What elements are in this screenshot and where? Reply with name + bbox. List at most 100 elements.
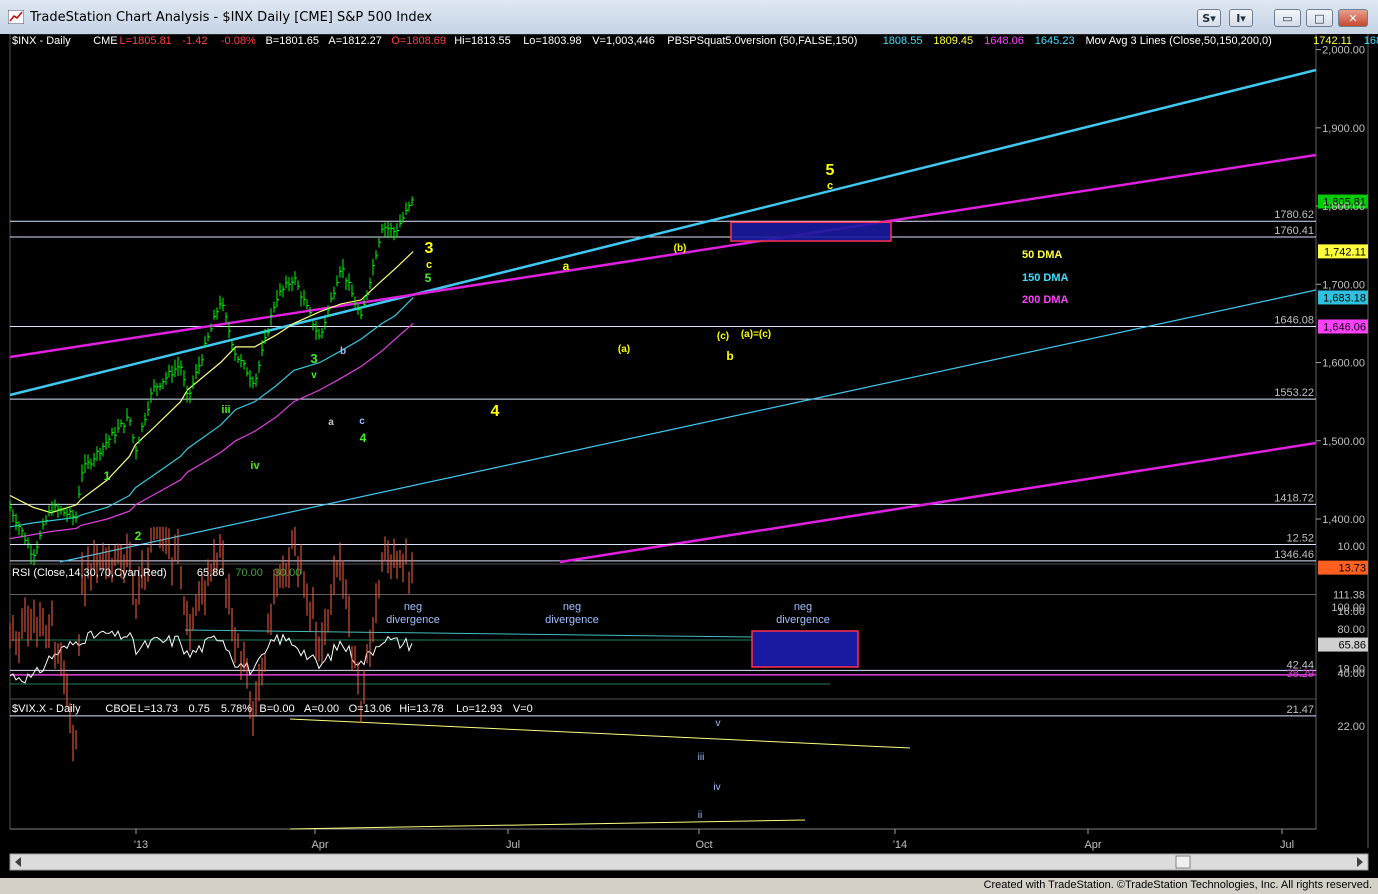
close-button[interactable]: ✕ bbox=[1338, 9, 1368, 27]
window-title: TradeStation Chart Analysis - $INX Daily… bbox=[30, 10, 433, 25]
vix-axis-label: 10.00 bbox=[1337, 541, 1365, 553]
level-label: 1760.41 bbox=[1274, 225, 1314, 237]
time-axis-area bbox=[10, 829, 1316, 848]
header-item: $INX - Daily bbox=[12, 35, 71, 47]
symbol-link-button[interactable]: S▾ bbox=[1197, 9, 1221, 27]
header-item: 5.78% bbox=[221, 703, 252, 715]
neg-divergence-label: divergence bbox=[386, 614, 440, 626]
minimize-button[interactable]: ▭ bbox=[1274, 9, 1301, 27]
time-axis-label: '14 bbox=[893, 839, 907, 851]
wave-label: v bbox=[311, 370, 317, 381]
header-item: Lo=12.93 bbox=[456, 703, 502, 715]
time-axis-label: Jul bbox=[506, 839, 520, 851]
header-item: 1809.45 bbox=[933, 35, 973, 47]
time-axis-label: Oct bbox=[695, 839, 712, 851]
level-label: 1346.46 bbox=[1274, 549, 1314, 561]
interval-link-button[interactable]: I▾ bbox=[1229, 9, 1253, 27]
time-axis-label: Apr bbox=[311, 839, 328, 851]
vix-flag-label: 13.73 bbox=[1338, 563, 1366, 575]
tradestation-app-icon bbox=[8, 10, 24, 24]
header-item: 1648.06 bbox=[984, 35, 1024, 47]
neg-divergence-label: neg bbox=[563, 601, 581, 613]
wave-label: c bbox=[827, 180, 833, 192]
time-axis-label: Apr bbox=[1084, 839, 1101, 851]
header-item: O=13.06 bbox=[349, 703, 392, 715]
header-item: -1.42 bbox=[182, 35, 207, 47]
wave-label: (c) bbox=[717, 331, 729, 342]
wave-label: b bbox=[726, 349, 733, 363]
header-item: RSI (Close,14,30,70,Cyan,Red) bbox=[12, 567, 167, 579]
price-flag-label: 1,683.18 bbox=[1323, 292, 1366, 304]
header-item: L=1805.81 bbox=[120, 35, 172, 47]
header-item: CBOE bbox=[105, 703, 136, 715]
level-label: 1553.22 bbox=[1274, 387, 1314, 399]
price-axis-area bbox=[1316, 34, 1368, 829]
price-flag-label: 1,805.81 bbox=[1323, 197, 1366, 209]
header-item: 0.75 bbox=[189, 703, 210, 715]
wave-label: c bbox=[359, 416, 365, 427]
wave-label: (a)=(c) bbox=[741, 329, 771, 340]
header-item: 1645.23 bbox=[1035, 35, 1075, 47]
horizontal-scrollbar[interactable] bbox=[9, 853, 1369, 871]
vix-level-label: 21.47 bbox=[1286, 704, 1314, 716]
level-label: 1646.08 bbox=[1274, 314, 1314, 326]
wave-label: 1 bbox=[104, 469, 111, 483]
chart-area[interactable]: 2,000.001,900.001,800.001,700.001,600.00… bbox=[0, 34, 1378, 878]
header-item: CME bbox=[93, 35, 117, 47]
vix-axis-label: 22.00 bbox=[1337, 721, 1365, 733]
price-axis-label: 1,900.00 bbox=[1322, 123, 1365, 135]
copyright-text: Created with TradeStation. ©TradeStation… bbox=[983, 879, 1372, 891]
price-axis-label: 1,500.00 bbox=[1322, 436, 1365, 448]
neg-divergence-label: divergence bbox=[545, 614, 599, 626]
header-item: O=1808.69 bbox=[391, 35, 446, 47]
header-item: 1742.11 bbox=[1313, 35, 1352, 47]
neg-divergence-label: divergence bbox=[776, 614, 830, 626]
wave-label: 5 bbox=[425, 271, 432, 285]
wave-label: (a) bbox=[618, 344, 630, 355]
dma-legend-label: 150 DMA bbox=[1022, 272, 1069, 284]
header-item: V=0 bbox=[513, 703, 533, 715]
wave-label: b bbox=[340, 346, 346, 357]
vix-wave-label: iv bbox=[713, 782, 720, 793]
wave-label: 2 bbox=[135, 529, 142, 543]
header-item: Hi=1813.55 bbox=[454, 35, 511, 47]
wave-label: (b) bbox=[674, 243, 687, 254]
resistance-box bbox=[730, 221, 892, 242]
vix-level-label: 12.52 bbox=[1286, 532, 1314, 544]
level-label: 1418.72 bbox=[1274, 492, 1314, 504]
header-item: B=0.00 bbox=[259, 703, 294, 715]
header-item: Lo=1803.98 bbox=[523, 35, 581, 47]
rsi-axis-label: 80.00 bbox=[1337, 624, 1365, 636]
price-flag-label: 1,646.06 bbox=[1323, 322, 1366, 334]
vix-wave-label: v bbox=[716, 718, 721, 729]
header-item: 1808.55 bbox=[883, 35, 923, 47]
header-item: PBSPSquat5.0version (50,FALSE,150) bbox=[667, 35, 857, 47]
scrollbar-thumb[interactable] bbox=[1175, 855, 1191, 869]
header-item: $VIX.X - Daily bbox=[12, 703, 81, 715]
price-axis-label: 1,700.00 bbox=[1322, 279, 1365, 291]
wave-label: 3 bbox=[310, 351, 317, 366]
header-item: V=1,003,446 bbox=[592, 35, 655, 47]
header-item: A=0.00 bbox=[304, 703, 339, 715]
dma-legend-label: 50 DMA bbox=[1022, 249, 1062, 261]
price-axis-label: 1,400.00 bbox=[1322, 514, 1365, 526]
wave-label: iii bbox=[221, 404, 230, 416]
rsi-level-label: 38.29 bbox=[1286, 668, 1314, 680]
header-item: -0.08% bbox=[221, 35, 256, 47]
window-titlebar: TradeStation Chart Analysis - $INX Daily… bbox=[0, 0, 1378, 35]
rsi-axis-label: 111.38 bbox=[1333, 589, 1365, 601]
wave-label: a bbox=[328, 417, 334, 428]
price-axis-label: 1,600.00 bbox=[1322, 358, 1365, 370]
rsi-flag-label: 65.86 bbox=[1338, 640, 1366, 652]
status-bar: Created with TradeStation. ©TradeStation… bbox=[0, 878, 1378, 894]
neg-divergence-label: neg bbox=[404, 601, 422, 613]
header-item: 70.00 bbox=[235, 567, 263, 579]
wave-label: a bbox=[563, 259, 570, 273]
header-item: L=13.73 bbox=[138, 703, 178, 715]
maximize-button[interactable]: □ bbox=[1306, 9, 1333, 27]
rsi-divergence-box bbox=[751, 630, 859, 668]
header-item: B=1801.65 bbox=[266, 35, 320, 47]
time-axis-label: '13 bbox=[134, 839, 148, 851]
wave-label: c bbox=[426, 259, 432, 271]
header-item: Mov Avg 3 Lines (Close,50,150,200,0) bbox=[1086, 35, 1272, 47]
